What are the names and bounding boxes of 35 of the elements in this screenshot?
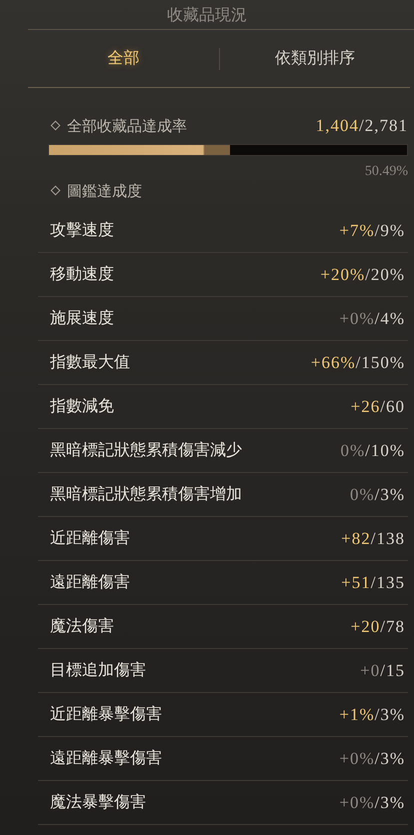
stat-value: +7%/9% [339, 220, 405, 240]
stat-value: 0%/3% [350, 484, 405, 504]
stat-name: 目標追加傷害 [50, 660, 146, 681]
panel-title: 收藏品現況 [28, 0, 414, 30]
stat-name: 移動速度 [50, 264, 114, 285]
stat-value: +20/78 [350, 616, 405, 636]
stat-name: 魔法傷害 [50, 616, 114, 637]
stat-name: 近距離暴擊傷害 [50, 704, 162, 725]
stat-value: +0%/3% [339, 748, 405, 768]
stat-value: +66%/150% [310, 352, 405, 372]
stat-name: 施展速度 [50, 308, 114, 329]
stat-name: 魔法暴擊傷害 [50, 792, 146, 813]
stat-name: 指數最大值 [50, 352, 130, 373]
stat-name: 近距離傷害 [50, 528, 130, 549]
stat-value: +0/15 [360, 660, 405, 680]
stat-value: +20%/20% [320, 264, 405, 284]
stat-value: +0%/4% [339, 308, 405, 328]
tab[interactable]: 全部 [28, 40, 218, 77]
stat-name: 黑暗標記狀態累積傷害增加 [50, 484, 242, 505]
tab[interactable]: 依類別排序 [220, 40, 410, 77]
stat-name: 遠距離傷害 [50, 572, 130, 593]
total-count: 1,404/2,781 [316, 116, 408, 136]
stat-name: 攻擊速度 [50, 220, 114, 241]
stat-name: 指數減免 [50, 396, 114, 417]
stat-name: 黑暗標記狀態累積傷害減少 [50, 440, 242, 461]
completion-percent: 50.49% [364, 164, 408, 180]
stat-value: 0%/10% [340, 440, 405, 460]
section-header: 圖鑑達成度 [48, 182, 142, 201]
stat-name: 遠距離暴擊傷害 [50, 748, 162, 769]
stat-value: +82/138 [341, 528, 405, 548]
stat-value: +1%/3% [339, 704, 405, 724]
stat-value: +51/135 [341, 572, 405, 592]
total-completion-label: 全部收藏品達成率 [48, 116, 187, 136]
stat-value: +0%/3% [339, 792, 405, 812]
stat-value: +26/60 [350, 396, 405, 416]
